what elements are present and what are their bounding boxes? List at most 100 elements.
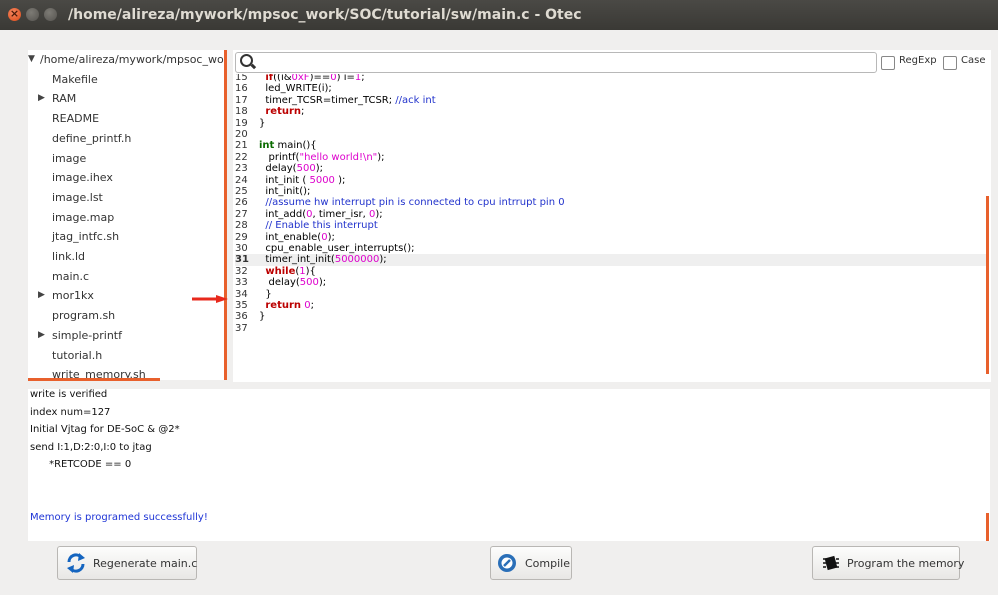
red-arrow-annotation	[192, 295, 228, 303]
close-window-button[interactable]: ×	[8, 7, 21, 21]
line-number: 35	[235, 300, 248, 311]
search-input[interactable]	[235, 52, 877, 73]
line-number: 29	[235, 231, 248, 243]
compile-button[interactable]: Compile	[490, 546, 572, 580]
console-scrollbar[interactable]	[986, 513, 989, 541]
collapsed-arrow-icon[interactable]: ▶	[38, 286, 45, 305]
line-number: 22	[235, 151, 248, 163]
file-tree[interactable]: ▼ /home/alireza/mywork/mpsoc_work Makefi…	[28, 50, 226, 380]
code-line[interactable]: 37	[235, 323, 987, 334]
line-number: 33	[235, 277, 248, 289]
collapsed-arrow-icon[interactable]: ▶	[38, 326, 45, 345]
code-line[interactable]: 27 int_add(0, timer_isr, 0);	[235, 209, 987, 220]
line-number: 32	[235, 265, 248, 277]
chip-icon	[823, 555, 839, 571]
code-line[interactable]: 19}	[235, 118, 987, 129]
code-line[interactable]: 30 cpu_enable_user_interrupts();	[235, 243, 987, 254]
code-line[interactable]: 26 //assume hw interrupt pin is connecte…	[235, 197, 987, 208]
tree-item-label: simple-printf	[52, 328, 122, 342]
line-number: 37	[235, 322, 248, 334]
tree-scrollbar[interactable]	[224, 50, 227, 380]
line-number: 16	[235, 83, 248, 95]
line-number: 23	[235, 163, 248, 175]
code-line[interactable]: 22 printf("hello world!\n");	[235, 152, 987, 163]
code-line[interactable]: 29 int_enable(0);	[235, 232, 987, 243]
line-number: 34	[235, 288, 248, 300]
code-text: delay(500);	[259, 163, 323, 175]
regenerate-main-button[interactable]: Regenerate main.c	[57, 546, 197, 580]
code-line[interactable]: 28 // Enable this interrupt	[235, 220, 987, 231]
code-line[interactable]: 34 }	[235, 289, 987, 300]
close-icon: ×	[9, 7, 20, 20]
code-text: int_add(0, timer_isr, 0);	[259, 208, 383, 220]
code-line[interactable]: 20	[235, 129, 987, 140]
tree-item-label: jtag_intfc.sh	[52, 230, 120, 244]
minimize-window-button[interactable]	[26, 8, 39, 21]
collapsed-arrow-icon[interactable]: ▶	[38, 89, 45, 108]
tree-item-label: Makefile	[52, 72, 98, 86]
code-text: // Enable this interrupt	[265, 220, 378, 232]
editor-scrollbar[interactable]	[986, 196, 989, 374]
code-text: return;	[265, 106, 305, 118]
code-text: led_WRITE(i);	[259, 83, 332, 95]
code-line[interactable]: 17 timer_TCSR=timer_TCSR; //ack int	[235, 95, 987, 106]
code-text: }	[259, 288, 272, 300]
tree-item-label: README	[52, 112, 100, 126]
window-title: /home/alireza/mywork/mpsoc_work/SOC/tuto…	[68, 7, 582, 23]
line-number: 26	[235, 197, 248, 209]
code-text: printf("hello world!\n");	[259, 151, 385, 163]
line-number: 36	[235, 311, 248, 323]
code-text: int_init ( 5000 );	[259, 174, 346, 186]
code-line[interactable]: 32 while(1){	[235, 266, 987, 277]
line-number: 25	[235, 186, 248, 197]
code-editor[interactable]: 15 if((i&0xF)==0) i=1; 16 led_WRITE(i); 17…	[235, 74, 987, 380]
code-line[interactable]: 36}	[235, 311, 987, 322]
console-line: *RETCODE == 0	[30, 459, 132, 470]
tree-item-label: program.sh	[52, 309, 116, 323]
code-text: }	[259, 117, 266, 129]
code-line[interactable]: 16 led_WRITE(i);	[235, 83, 987, 94]
code-text: return 0;	[265, 300, 314, 311]
code-line[interactable]: 23 delay(500);	[235, 163, 987, 174]
code-line[interactable]: 31 timer_int_init(5000000);	[235, 254, 987, 266]
line-number: 17	[235, 94, 248, 106]
line-number: 18	[235, 106, 248, 118]
case-checkbox[interactable]	[943, 56, 957, 70]
code-text: int main(){	[259, 140, 317, 152]
code-line[interactable]: 18 return;	[235, 106, 987, 117]
case-label: Case	[961, 55, 986, 66]
line-number: 30	[235, 243, 248, 254]
tree-root-label: /home/alireza/mywork/mpsoc_work	[40, 53, 226, 66]
code-text: cpu_enable_user_interrupts();	[259, 243, 415, 254]
code-text: int_enable(0);	[259, 231, 335, 243]
code-text: }	[259, 311, 266, 323]
code-line[interactable]: 21 int main(){	[235, 140, 987, 151]
compile-gear-icon	[498, 554, 516, 572]
code-text: if((i&0xF)==0) i=1;	[265, 74, 365, 83]
code-line[interactable]: 35 return 0;	[235, 300, 987, 311]
code-line[interactable]: 24 int_init ( 5000 );	[235, 175, 987, 186]
line-number: 20	[235, 129, 248, 140]
regexp-checkbox[interactable]	[881, 56, 895, 70]
pane-splitter[interactable]	[28, 381, 990, 387]
code-line[interactable]: 25 int_init();	[235, 186, 987, 197]
console-output: write is verified index num=127 Initial Vj…	[28, 389, 990, 541]
code-text: timer_int_init(5000000);	[259, 254, 387, 266]
code-line[interactable]: 33 delay(500);	[235, 277, 987, 288]
console-line: index num=127	[30, 406, 111, 418]
program-memory-button[interactable]: Program the memory	[812, 546, 964, 580]
tree-item-label: image.ihex	[52, 171, 113, 185]
console-line: write is verified	[30, 389, 108, 400]
compile-label: Compile	[525, 557, 570, 570]
success-message: Memory is programed successfully!	[30, 512, 208, 523]
code-line[interactable]: 15 if((i&0xF)==0) i=1;	[235, 74, 987, 83]
code-text: timer_TCSR=timer_TCSR; //ack int	[259, 94, 436, 106]
tree-item-label: define_printf.h	[52, 131, 132, 145]
regenerate-main-label: Regenerate main.c	[93, 557, 198, 570]
tree-item-label: RAM	[52, 92, 77, 106]
line-number: 31	[235, 254, 249, 266]
maximize-window-button[interactable]	[44, 8, 57, 21]
tree-item-label: image.lst	[52, 190, 103, 204]
code-text: while(1){	[265, 265, 316, 277]
expanded-arrow-icon[interactable]: ▼	[28, 50, 35, 69]
